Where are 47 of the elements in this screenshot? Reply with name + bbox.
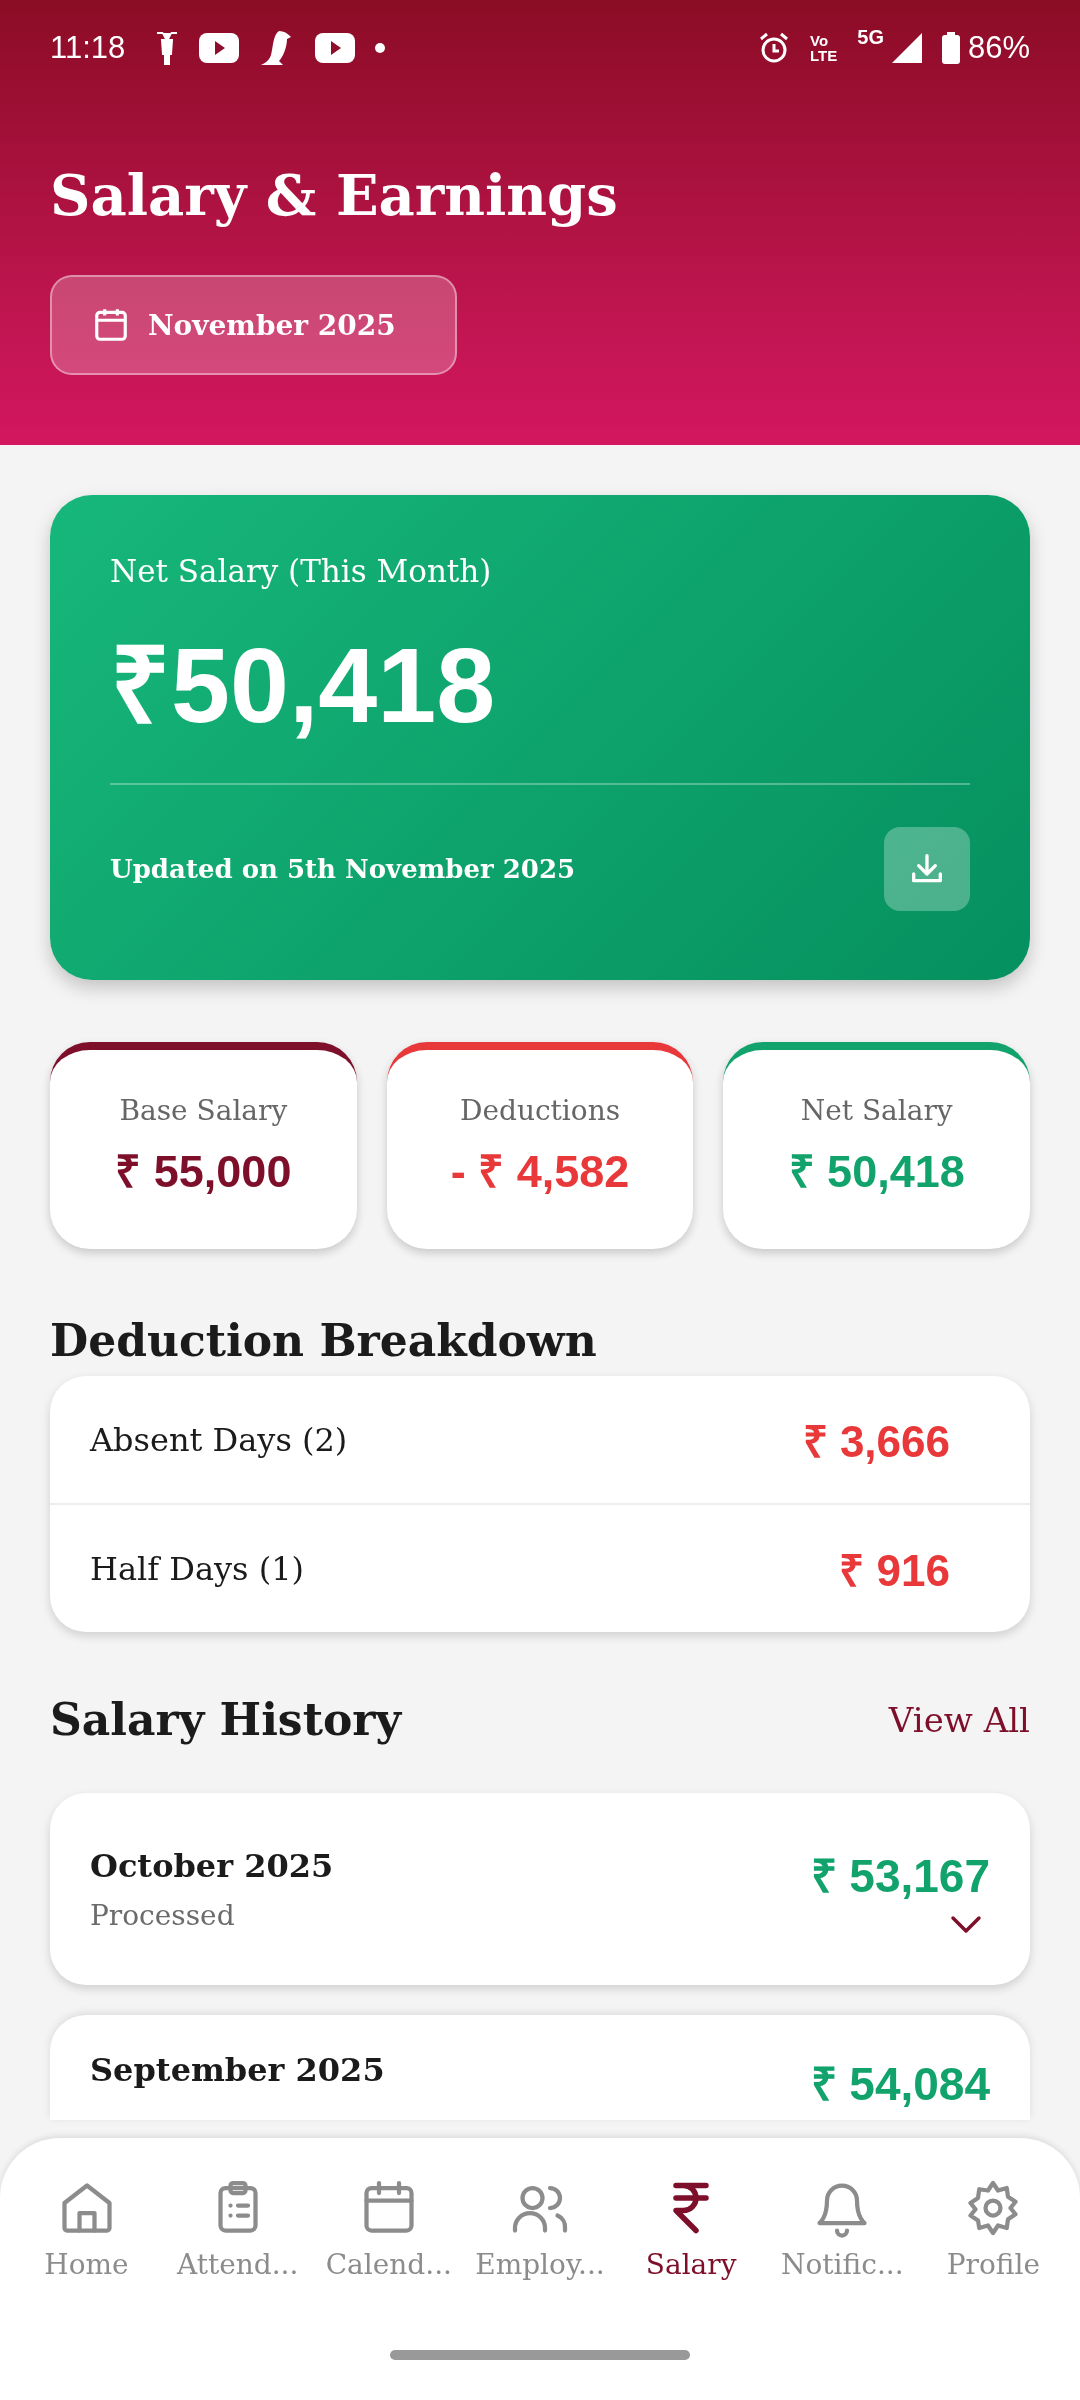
history-month: October 2025	[90, 1846, 334, 1885]
history-card[interactable]: September 2025 ₹ 54,084	[50, 2015, 1030, 2120]
nav-tab[interactable]: Notific...	[769, 2178, 915, 2281]
history-amount: ₹ 54,084	[810, 2057, 990, 2112]
section-title: Deduction Breakdown	[50, 1315, 598, 1366]
scooter-icon	[155, 29, 180, 66]
network-label: 5G	[857, 26, 884, 49]
view-all-link[interactable]: View All	[888, 1699, 1030, 1740]
nav-tab[interactable]: Salary	[618, 2178, 764, 2281]
nav-tab[interactable]: Home	[14, 2178, 159, 2281]
summary-amount: - ₹ 4,582	[450, 1145, 630, 1199]
download-button[interactable]	[884, 827, 970, 911]
summary-amount: ₹ 50,418	[788, 1145, 965, 1199]
video-play-icon	[315, 32, 356, 63]
summary-label: Deductions	[459, 1094, 621, 1127]
updated-date: Updated on 5th November 2025	[110, 854, 576, 884]
net-salary-amount: ₹50,418	[110, 625, 497, 745]
battery-percent: 86%	[967, 29, 1030, 66]
net-salary-label: Net Salary (This Month)	[110, 553, 493, 589]
signal-icon	[891, 32, 922, 63]
deduction-label: Half Days (1)	[90, 1549, 304, 1588]
volte-label: LTE	[810, 47, 838, 63]
deduction-label: Absent Days (2)	[90, 1420, 348, 1459]
nav-tab[interactable]: Employ...	[467, 2178, 613, 2281]
battery-icon	[941, 31, 960, 64]
nav-tab[interactable]: Profile	[920, 2178, 1066, 2281]
deduction-amount: ₹ 3,666	[802, 1415, 950, 1468]
nav-tab[interactable]: Attend...	[165, 2178, 311, 2281]
month-picker-button[interactable]: November 2025	[50, 275, 457, 375]
status-time: 11:18	[50, 29, 126, 66]
nav-tab[interactable]: Calend...	[316, 2178, 462, 2281]
section-title: Salary History	[50, 1694, 402, 1745]
calendar-icon	[92, 306, 130, 344]
summary-label: Base Salary	[119, 1094, 288, 1127]
deduction-amount: ₹ 916	[839, 1544, 950, 1597]
volte-label: Vo	[810, 32, 830, 48]
summary-label: Net Salary	[800, 1094, 953, 1127]
chevron-down-icon[interactable]	[950, 1915, 982, 1935]
summary-amount: ₹ 55,000	[115, 1145, 292, 1199]
history-status: Processed	[90, 1898, 236, 1932]
history-amount: ₹ 53,167	[810, 1849, 990, 1904]
dot-icon	[375, 42, 386, 53]
history-card[interactable]: October 2025 Processed ₹ 53,167	[50, 1793, 1030, 1985]
history-month: September 2025	[90, 2051, 385, 2089]
alarm-icon	[758, 31, 791, 64]
page-title: Salary & Earnings	[50, 161, 619, 230]
video-play-icon	[199, 32, 240, 63]
